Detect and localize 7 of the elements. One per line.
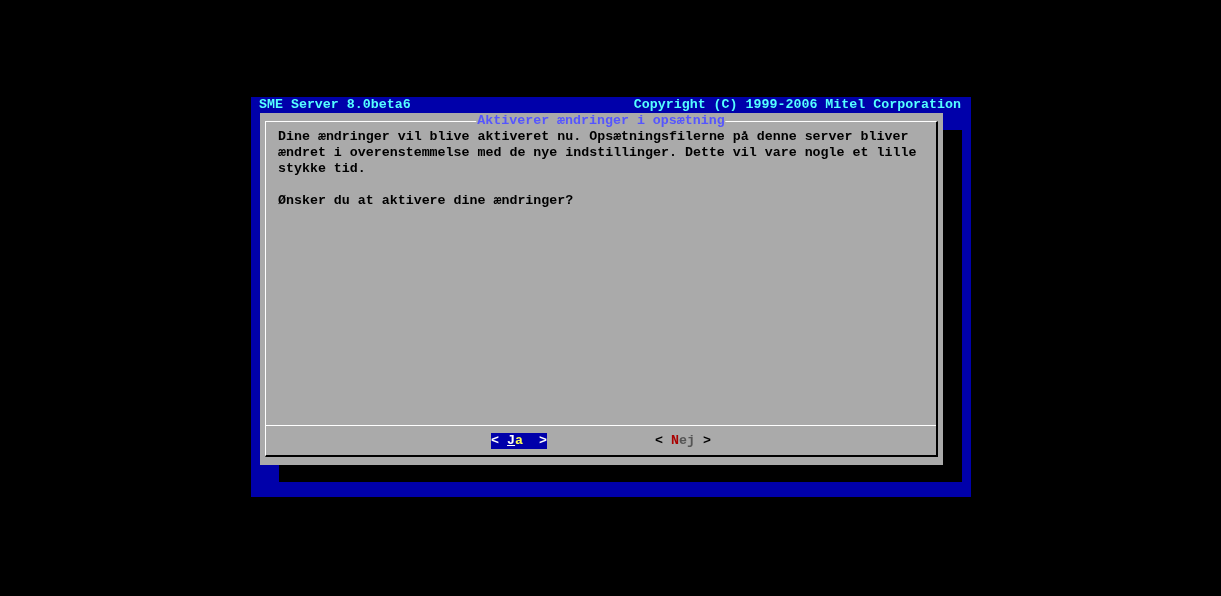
message-text: Dine ændringer vil blive aktiveret nu. Opsætningsfilerne på denne server bliver ændret i overenstemmelse med de nye indstillinger. Dette vil vare nogle et lille stykke tid.	[278, 129, 918, 177]
dialog-title: Aktiverer ændringer i opsætning	[476, 113, 726, 129]
dialog-button[interactable]: < Nej >	[655, 433, 711, 449]
dialog-button[interactable]: < Ja >	[491, 433, 547, 449]
copyright-text: Copyright (C) 1999-2006 Mitel Corporation	[633, 97, 961, 113]
message-text: Ønsker du at aktivere dine ændringer?	[278, 193, 575, 209]
app-title: SME Server 8.0beta6	[259, 97, 411, 113]
